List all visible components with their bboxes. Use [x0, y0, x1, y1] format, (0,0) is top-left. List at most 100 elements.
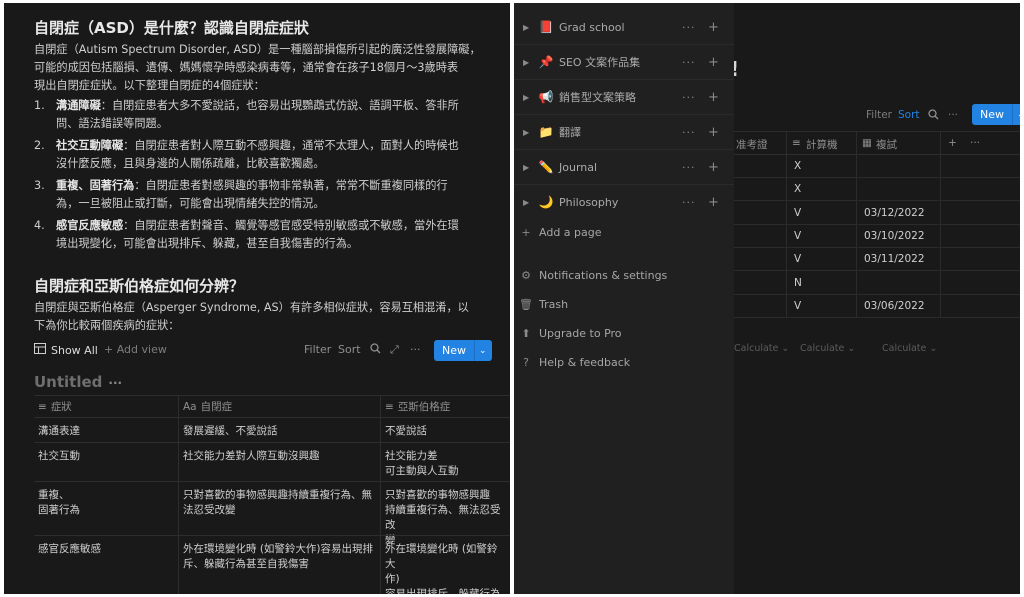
- add-subpage-icon[interactable]: +: [708, 20, 719, 35]
- add-subpage-icon[interactable]: +: [708, 125, 719, 140]
- table-row[interactable]: V 03/10/2022: [734, 225, 1020, 248]
- table-cell[interactable]: 不愛說話: [380, 418, 510, 442]
- table-cell[interactable]: 只對喜歡的事物感興趣持續重複行為、無法忍受改變: [178, 482, 380, 535]
- expand-arrow-icon[interactable]: ▶: [523, 58, 529, 67]
- table-cell[interactable]: 重複、 固著行為: [34, 482, 178, 518]
- column-header[interactable]: 計算機: [806, 137, 838, 152]
- column-header[interactable]: ≡ 亞斯伯格症: [380, 396, 510, 417]
- table-cell[interactable]: V: [794, 207, 801, 219]
- sidebar-page-item[interactable]: ▶ 🌙 Philosophy ··· +: [514, 188, 734, 216]
- table-cell[interactable]: V: [794, 253, 801, 265]
- page-emoji-icon: 📕: [538, 20, 554, 34]
- table-row[interactable]: 重複、 固著行為 只對喜歡的事物感興趣持續重複行為、無 法忍受改變 只對喜歡的事物感興趣…: [34, 481, 510, 546]
- sidebar-footer-item[interactable]: 🗑 Trash: [514, 290, 734, 318]
- more-options-icon[interactable]: ···: [108, 376, 122, 390]
- expand-icon[interactable]: ⤢: [390, 343, 399, 357]
- sidebar-page-item[interactable]: ▶ 📕 Grad school ··· +: [514, 13, 734, 41]
- table-cell[interactable]: 社交能力差對人際互動沒興趣: [178, 443, 380, 481]
- table-cell[interactable]: 溝通表達: [34, 418, 178, 439]
- table-row[interactable]: V 03/12/2022: [734, 202, 1020, 225]
- table-cell[interactable]: X: [794, 183, 801, 195]
- add-view-button[interactable]: + Add view: [104, 343, 167, 356]
- add-subpage-icon[interactable]: +: [708, 160, 719, 175]
- sidebar-page-item[interactable]: ▶ 📁 翻譯 ··· +: [514, 118, 734, 146]
- search-icon[interactable]: [928, 109, 939, 123]
- sidebar-page-item[interactable]: ▶ 📢 銷售型文案策略 ··· +: [514, 83, 734, 111]
- sidebar-footer-item[interactable]: ⚙ Notifications & settings: [514, 261, 734, 289]
- list-item-line: 問、語法錯誤等問題。: [56, 117, 168, 130]
- database-title[interactable]: Untitled ···: [34, 373, 122, 391]
- add-page-button[interactable]: + Add a page: [514, 218, 734, 246]
- chevron-down-icon[interactable]: ⌄: [1017, 110, 1020, 120]
- calendar-icon: ▦: [862, 137, 872, 149]
- more-options-icon[interactable]: ···: [682, 161, 696, 174]
- table-row[interactable]: X: [734, 178, 1020, 202]
- main-content-area: ! Filter Sort ··· New ⌄ 准考證 ≡ 計算機 ▦ 複試 +…: [730, 3, 1020, 594]
- expand-arrow-icon[interactable]: ▶: [523, 23, 529, 32]
- table-row[interactable]: 感官反應敏感 外在環境變化時 (如警鈴大作)容易出現排 斥、躲藏行為甚至自我傷害 外在…: [34, 535, 510, 594]
- table-cell[interactable]: 只對喜歡的事物感興趣持續重複行為、無法忍受改變: [380, 482, 510, 546]
- column-header[interactable]: 複試: [876, 137, 897, 152]
- more-options-icon[interactable]: ···: [970, 137, 980, 149]
- more-options-icon[interactable]: ···: [948, 109, 958, 121]
- table-cell[interactable]: 社交互動: [34, 443, 178, 464]
- sidebar-page-item[interactable]: ▶ 📌 SEO 文案作品集 ··· +: [514, 48, 734, 76]
- table-row[interactable]: X: [734, 155, 1020, 178]
- more-options-icon[interactable]: ···: [410, 343, 421, 356]
- expand-arrow-icon[interactable]: ▶: [523, 198, 529, 207]
- more-options-icon[interactable]: ···: [682, 91, 696, 104]
- table-cell[interactable]: 感官反應敏感: [34, 536, 178, 557]
- table-row[interactable]: V 03/11/2022: [734, 248, 1020, 272]
- cell-line: 容易出現排斥、躲藏行為: [385, 588, 501, 594]
- more-options-icon[interactable]: ···: [682, 196, 696, 209]
- table-cell[interactable]: V: [794, 230, 801, 242]
- add-column-icon[interactable]: +: [948, 137, 957, 149]
- filter-button[interactable]: Filter: [866, 109, 892, 121]
- sidebar-footer-item[interactable]: ⬆ Upgrade to Pro: [514, 319, 734, 347]
- table-cell[interactable]: 03/11/2022: [864, 253, 925, 265]
- expand-arrow-icon[interactable]: ▶: [523, 163, 529, 172]
- table-cell[interactable]: 發展遲緩、不愛說話: [178, 418, 380, 442]
- show-all-view-tab[interactable]: Show All: [34, 343, 98, 357]
- table-row[interactable]: 溝通表達 發展遲緩、不愛說話 不愛說話: [34, 417, 510, 442]
- table-cell[interactable]: X: [794, 160, 801, 172]
- page-emoji-icon: 📁: [538, 125, 554, 139]
- column-header[interactable]: Aa 自閉症: [178, 396, 380, 417]
- table-cell[interactable]: V: [794, 300, 801, 312]
- trash-icon: 🗑: [519, 297, 533, 311]
- table-cell[interactable]: 外在環境變化時 (如警鈴大作)容易出現排斥、躲藏行為但並不會自我傷害: [380, 536, 510, 594]
- more-options-icon[interactable]: ···: [682, 21, 696, 34]
- add-subpage-icon[interactable]: +: [708, 195, 719, 210]
- table-cell[interactable]: N: [794, 277, 802, 289]
- new-button[interactable]: New ⌄: [972, 104, 1020, 125]
- column-header[interactable]: ≡ 症狀: [34, 396, 178, 415]
- column-header[interactable]: 准考證: [736, 137, 768, 152]
- table-row[interactable]: N: [734, 272, 1020, 295]
- cell-line: 重複、: [38, 489, 70, 501]
- new-button[interactable]: New ⌄: [434, 340, 492, 361]
- sort-button[interactable]: Sort: [898, 109, 920, 121]
- sidebar-page-item[interactable]: ▶ ✏️ Journal ··· +: [514, 153, 734, 181]
- chevron-down-icon[interactable]: ⌄: [479, 346, 492, 356]
- more-options-icon[interactable]: ···: [682, 126, 696, 139]
- table-cell[interactable]: 03/12/2022: [864, 207, 925, 219]
- table-cell[interactable]: 外在環境變化時 (如警鈴大作)容易出現排 斥、躲藏行為甚至自我傷害: [178, 536, 380, 594]
- filter-button[interactable]: Filter: [304, 343, 331, 356]
- calculate-button[interactable]: Calculate ⌄: [734, 343, 789, 354]
- add-subpage-icon[interactable]: +: [708, 55, 719, 70]
- table-cell[interactable]: 社交能力差 可主動與人互動: [380, 443, 510, 481]
- add-subpage-icon[interactable]: +: [708, 90, 719, 105]
- expand-arrow-icon[interactable]: ▶: [523, 93, 529, 102]
- search-icon[interactable]: [370, 343, 381, 357]
- table-row[interactable]: 社交互動 社交能力差對人際互動沒興趣 社交能力差 可主動與人互動: [34, 442, 510, 481]
- expand-arrow-icon[interactable]: ▶: [523, 128, 529, 137]
- sort-button[interactable]: Sort: [338, 343, 361, 356]
- more-options-icon[interactable]: ···: [682, 56, 696, 69]
- table-row[interactable]: V 03/06/2022: [734, 295, 1020, 318]
- sidebar-footer-item[interactable]: ? Help & feedback: [514, 348, 734, 376]
- calculate-button[interactable]: Calculate ⌄: [800, 343, 855, 354]
- calculate-button[interactable]: Calculate ⌄: [882, 343, 937, 354]
- table-cell[interactable]: 03/06/2022: [864, 300, 925, 312]
- table-cell[interactable]: 03/10/2022: [864, 230, 925, 242]
- gear-icon: ⚙: [521, 268, 531, 282]
